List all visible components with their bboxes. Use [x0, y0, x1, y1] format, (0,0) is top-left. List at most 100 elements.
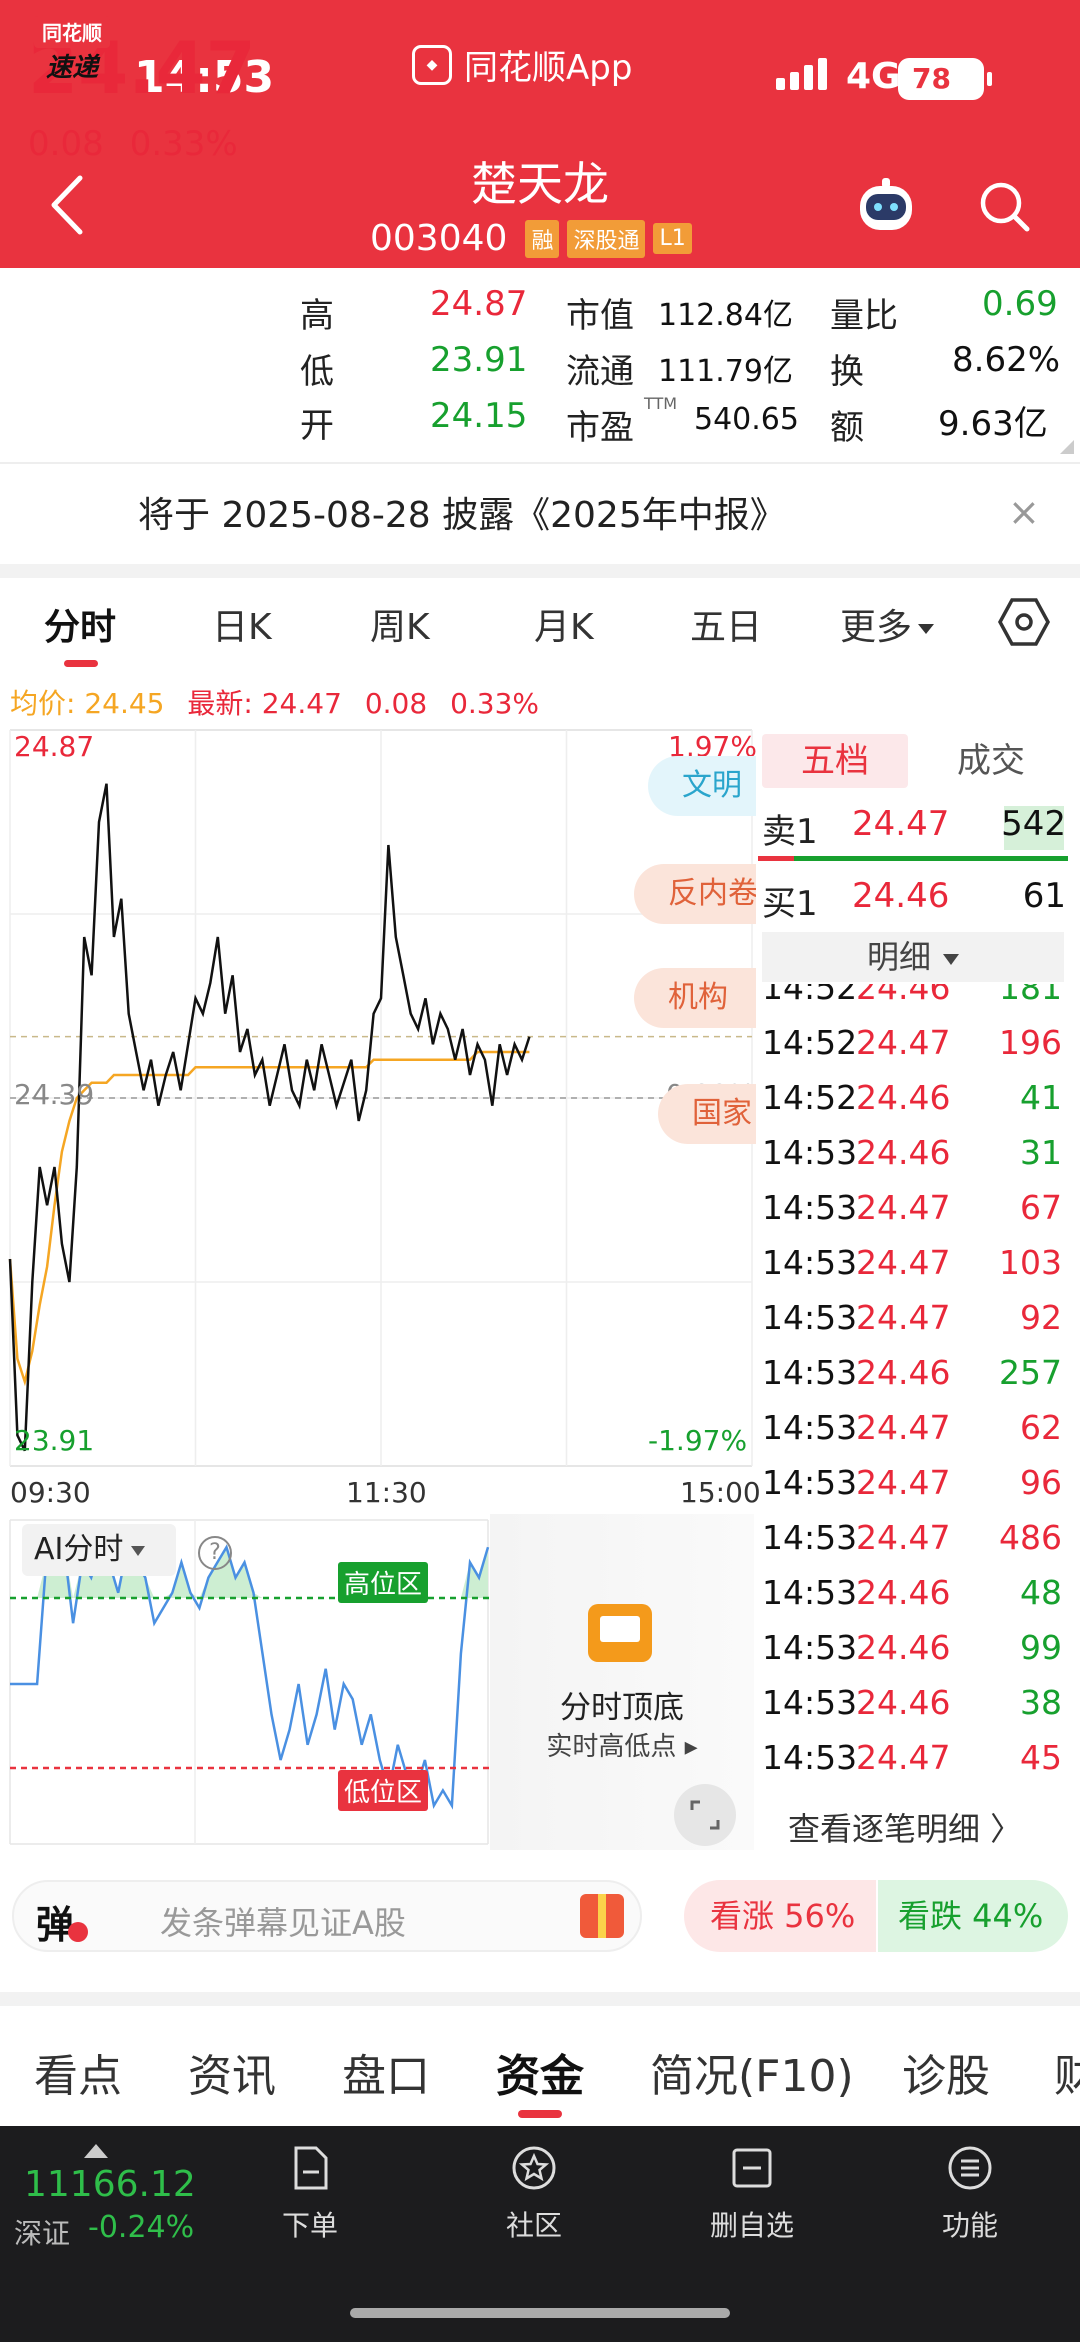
express-logo-icon: 同花顺 速递	[34, 16, 110, 83]
low-zone-label: 低位区	[338, 1770, 429, 1811]
tab-monthly-k[interactable]: 月K	[534, 598, 594, 650]
tick-time: 14:53	[762, 1518, 858, 1557]
help-icon[interactable]: ?	[198, 1536, 232, 1570]
concept-bubble-anti-involution[interactable]: 反内卷	[634, 864, 756, 924]
tab-more-label: 更多	[840, 607, 913, 648]
price-series-line	[8, 783, 531, 1452]
pe-ttm-label: TTM	[644, 394, 678, 413]
tab-daily-k[interactable]: 日K	[212, 598, 272, 650]
chevron-down-icon	[918, 624, 935, 634]
index-value[interactable]: 11166.12	[24, 2164, 196, 2205]
tab-f10-profile[interactable]: 简况(F10)	[650, 2040, 854, 2104]
community-star-icon	[512, 2146, 556, 2190]
expand-corner-icon[interactable]	[1060, 440, 1074, 454]
tab-news[interactable]: 资讯	[188, 2040, 276, 2104]
vote-up-button[interactable]: 看涨 56%	[684, 1880, 876, 1952]
tick-volume: 41	[1020, 1078, 1062, 1117]
tick-price: 24.47	[856, 1243, 951, 1282]
buy-1-price: 24.46	[852, 876, 950, 916]
tick-row: 14:53 24.47 92	[762, 1298, 1066, 1353]
tick-time: 14:53	[762, 1188, 858, 1227]
chevron-up-icon[interactable]	[84, 2144, 108, 2158]
tick-volume: 31	[1020, 1133, 1062, 1172]
concept-bubble-institution[interactable]: 机构	[634, 968, 756, 1028]
menu-icon	[948, 2146, 992, 2190]
nav-label: 功能	[941, 2209, 998, 2242]
orderbook-sell-1[interactable]: 卖1 24.47 542	[762, 804, 1068, 854]
concept-bubble-civilization[interactable]: 文明	[648, 756, 756, 816]
orderbook-buy-1[interactable]: 买1 24.46 61	[762, 876, 1068, 926]
amount-label: 额	[830, 408, 864, 448]
tick-price: 24.46	[856, 984, 951, 1007]
change-amount: 0.08	[28, 124, 104, 164]
stock-code: 003040	[370, 218, 508, 259]
tick-volume: 48	[1020, 1573, 1062, 1612]
search-icon[interactable]	[976, 178, 1032, 234]
tab-more[interactable]: 更多	[840, 598, 935, 650]
tick-volume: 99	[1020, 1628, 1062, 1667]
notice-close-button[interactable]: ×	[1008, 490, 1040, 534]
tab-diagnosis[interactable]: 诊股	[902, 2040, 990, 2104]
app-label: ◆ 同花顺App	[412, 40, 632, 89]
intraday-top-bottom-card[interactable]: 分时顶底 实时高低点 ▸	[490, 1514, 754, 1850]
float-label: 流通	[566, 352, 634, 392]
tick-time: 14:52	[762, 984, 858, 1007]
notice-logo-bottom: 速递	[46, 53, 101, 83]
vote-down-button[interactable]: 看跌 44%	[878, 1880, 1068, 1952]
tick-row: 14:53 24.47 67	[762, 1188, 1066, 1243]
ai-intraday-dropdown[interactable]: AI分时	[22, 1524, 176, 1576]
tick-price: 24.46	[856, 1133, 951, 1172]
tab-orderbook[interactable]: 盘口	[342, 2040, 430, 2104]
nav-functions[interactable]: 功能	[900, 2144, 1040, 2244]
view-all-ticks-link[interactable]: 查看逐笔明细 〉	[788, 1804, 1022, 1850]
robot-assistant-icon[interactable]	[852, 176, 920, 238]
price-change: 0.08 0.33%	[28, 124, 238, 164]
tab-intraday[interactable]: 分时	[44, 598, 116, 650]
x-axis-end-label: 15:00	[680, 1476, 761, 1509]
nav-community[interactable]: 社区	[464, 2144, 604, 2244]
nav-place-order[interactable]: 下单	[240, 2144, 380, 2244]
tick-volume: 38	[1020, 1683, 1062, 1722]
tab-highlights[interactable]: 看点	[34, 2040, 122, 2104]
tick-list[interactable]: 14:52 24.46 181 14:52 24.47 196 14:52 24.46 41 14…	[760, 984, 1068, 1794]
nav-remove-watchlist[interactable]: 删自选	[682, 2144, 822, 2244]
open-value: 24.15	[430, 396, 528, 436]
chart-monitor-icon	[588, 1604, 652, 1662]
section-gap	[0, 1992, 1080, 2006]
nav-label: 社区	[505, 2209, 562, 2242]
tab-trades[interactable]: 成交	[918, 734, 1064, 788]
tab-five-levels[interactable]: 五档	[762, 734, 908, 788]
ai-label: AI分时	[34, 1532, 124, 1567]
tab-weekly-k[interactable]: 周K	[370, 598, 430, 650]
settings-icon[interactable]	[998, 596, 1050, 648]
chart-grid	[9, 729, 753, 1467]
tick-price: 24.47	[856, 1518, 951, 1557]
tab-five-day[interactable]: 五日	[690, 598, 762, 650]
intraday-chart[interactable]	[0, 726, 758, 1470]
tag-margin: 融	[525, 219, 560, 258]
low-value: 23.91	[430, 340, 528, 380]
danmu-check-icon	[68, 1922, 88, 1942]
detail-header[interactable]: 明细	[762, 932, 1064, 982]
tab-finance[interactable]: 财	[1054, 2040, 1080, 2104]
tick-volume: 67	[1020, 1188, 1062, 1227]
tab-capital[interactable]: 资金	[496, 2040, 584, 2104]
tick-time: 14:53	[762, 1738, 858, 1777]
orderbook-tabs: 五档 成交	[758, 730, 1068, 792]
tick-time: 14:53	[762, 1573, 858, 1612]
tick-row: 14:52 24.46 181	[762, 984, 1066, 1023]
danmu-icon[interactable]: 弹	[36, 1894, 74, 1949]
tick-row: 14:53 24.46 257	[762, 1353, 1066, 1408]
tick-volume: 96	[1020, 1463, 1062, 1502]
pe-label: 市盈	[566, 408, 634, 448]
danmu-input-bar[interactable]: 弹 发条弹幕见证A股	[12, 1880, 642, 1952]
expand-icon[interactable]	[674, 1784, 736, 1846]
gift-icon[interactable]	[580, 1894, 624, 1938]
battery-icon: 78	[898, 58, 992, 100]
concept-bubble-national[interactable]: 国家	[658, 1084, 756, 1144]
mktcap-label: 市值	[566, 296, 634, 336]
tick-price: 24.47	[856, 1023, 951, 1062]
chevron-down-icon	[131, 1545, 146, 1556]
chart-tabs: 分时 日K 周K 月K 五日 更多	[0, 578, 1080, 670]
tick-time: 14:52	[762, 1078, 858, 1117]
